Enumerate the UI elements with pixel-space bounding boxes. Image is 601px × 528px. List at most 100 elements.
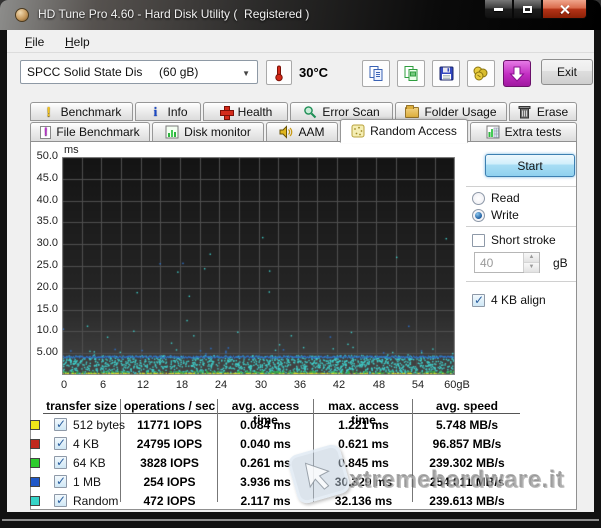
series-swatch xyxy=(30,496,40,506)
avg-speed-value: 5.748 MB/s xyxy=(435,418,499,432)
y-tick-label: 45.0 xyxy=(36,172,58,184)
ops-value: 254 IOPS xyxy=(143,475,196,489)
hd-tune-window: HD Tune Pro 4.60 - Hard Disk Utility ( R… xyxy=(0,0,601,528)
align-option[interactable]: 4 KB align xyxy=(472,293,546,307)
tab-extra-tests[interactable]: Extra tests xyxy=(470,122,577,142)
window-title: HD Tune Pro 4.60 - Hard Disk Utility ( R… xyxy=(38,7,310,21)
row-checkbox[interactable] xyxy=(54,436,67,450)
tab-disk-monitor[interactable]: Disk monitor xyxy=(152,122,264,142)
app-icon xyxy=(15,8,29,22)
max-access-value: 0.845 ms xyxy=(338,456,389,470)
y-axis-unit-label: ms xyxy=(64,144,79,156)
tab-file-benchmark[interactable]: ! File Benchmark xyxy=(30,122,150,142)
x-tick-label: 30 xyxy=(254,379,268,391)
x-tick-label: 48 xyxy=(372,379,386,391)
thermometer-icon xyxy=(275,65,283,81)
row-checkbox[interactable] xyxy=(54,474,67,488)
y-tick-label: 15.0 xyxy=(36,303,58,315)
row-label: Random xyxy=(73,494,119,508)
row-checkbox[interactable] xyxy=(54,417,67,431)
align-checkbox[interactable] xyxy=(472,293,485,307)
tab-random-access[interactable]: Random Access xyxy=(340,119,468,143)
copy-icon xyxy=(369,66,382,81)
folder-icon xyxy=(405,105,420,119)
drive-select-value: SPCC Solid State Dis (60 gB) xyxy=(27,65,199,79)
start-button[interactable]: Start xyxy=(485,154,575,177)
x-tick-label: 36 xyxy=(293,379,307,391)
read-option[interactable]: Read xyxy=(472,191,520,205)
title-bar[interactable]: HD Tune Pro 4.60 - Hard Disk Utility ( R… xyxy=(0,0,601,30)
maximize-button[interactable] xyxy=(513,0,542,19)
avg-speed-value: 96.857 MB/s xyxy=(432,437,502,451)
menu-file[interactable]: File xyxy=(19,33,50,51)
align-label: 4 KB align xyxy=(491,293,546,307)
temperature-button[interactable] xyxy=(266,60,292,85)
chevron-down-icon: ▼ xyxy=(242,69,250,78)
avg-speed-value: 254.011 MB/s xyxy=(429,475,505,489)
download-arrow-icon xyxy=(509,66,525,82)
x-tick-label: 54 xyxy=(411,379,425,391)
spinner-arrows[interactable]: ▲ ▼ xyxy=(523,253,539,273)
benchmark-icon: ! xyxy=(46,104,51,119)
avg-speed-value: 239.302 MB/s xyxy=(429,456,505,470)
health-icon xyxy=(219,105,234,120)
disk-monitor-icon xyxy=(165,125,179,139)
row-checkbox[interactable] xyxy=(54,493,67,507)
tab-row-2: ! File Benchmark Disk monitor AAM Random… xyxy=(30,119,577,143)
download-button[interactable] xyxy=(503,60,531,87)
spin-up-icon[interactable]: ▲ xyxy=(524,253,539,263)
stroke-size-spinner[interactable]: 40 ▲ ▼ xyxy=(474,252,540,273)
menu-help[interactable]: Help xyxy=(59,33,96,51)
avg-access-value: 2.117 ms xyxy=(240,494,291,508)
x-tick-label: 42 xyxy=(332,379,346,391)
minimize-button[interactable] xyxy=(484,0,513,19)
random-access-icon xyxy=(351,124,365,138)
maximize-icon xyxy=(523,5,532,13)
row-checkbox[interactable] xyxy=(54,455,67,469)
save-screenshot-button[interactable] xyxy=(432,60,460,87)
tab-label: Erase xyxy=(536,104,569,119)
row-label: 512 bytes xyxy=(73,418,126,432)
series-swatch xyxy=(30,458,40,468)
extra-tests-icon xyxy=(486,125,500,139)
stroke-size-value[interactable]: 40 xyxy=(475,253,523,272)
y-tick-label: 25.0 xyxy=(36,259,58,271)
y-tick-label: 20.0 xyxy=(36,281,58,293)
trash-icon xyxy=(518,105,532,119)
x-tick-label: 12 xyxy=(136,379,150,391)
short-stroke-label: Short stroke xyxy=(491,233,556,247)
menu-bar: File Help xyxy=(7,30,594,53)
tab-label: Extra tests xyxy=(504,125,562,139)
short-stroke-option[interactable]: Short stroke xyxy=(472,233,556,247)
copy-image-button[interactable] xyxy=(397,60,425,87)
exit-button[interactable]: Exit xyxy=(541,59,593,85)
write-label: Write xyxy=(491,208,519,222)
spin-down-icon[interactable]: ▼ xyxy=(524,263,539,273)
close-icon xyxy=(559,4,570,15)
tab-erase[interactable]: Erase xyxy=(509,102,577,121)
tab-label: Health xyxy=(237,104,273,119)
tab-info[interactable]: i Info xyxy=(135,102,201,121)
tab-label: Disk monitor xyxy=(184,125,251,139)
tab-label: Folder Usage xyxy=(424,104,497,119)
tab-health[interactable]: Health xyxy=(203,102,288,121)
tab-benchmark[interactable]: ! Benchmark xyxy=(30,102,133,121)
separator xyxy=(466,226,576,228)
drive-select[interactable]: SPCC Solid State Dis (60 gB) ▼ xyxy=(20,60,258,84)
table-row-64-kb: 64 KB 3828 IOPS 0.261 ms 0.845 ms 239.30… xyxy=(30,454,530,473)
y-tick-label: 35.0 xyxy=(36,215,58,227)
save-icon xyxy=(439,66,453,81)
short-stroke-checkbox[interactable] xyxy=(472,233,485,247)
close-button[interactable] xyxy=(542,0,587,19)
coins-button[interactable] xyxy=(467,60,495,87)
write-option[interactable]: Write xyxy=(472,208,519,222)
read-radio[interactable] xyxy=(472,191,485,205)
tab-label: Error Scan xyxy=(322,104,380,119)
row-label: 1 MB xyxy=(73,475,102,489)
copy-text-button[interactable] xyxy=(362,60,390,87)
tab-aam[interactable]: AAM xyxy=(266,122,338,142)
y-tick-label: 30.0 xyxy=(36,237,58,249)
avg-speed-value: 239.613 MB/s xyxy=(429,494,505,508)
avg-access-value: 0.261 ms xyxy=(240,456,291,470)
write-radio[interactable] xyxy=(472,208,485,222)
